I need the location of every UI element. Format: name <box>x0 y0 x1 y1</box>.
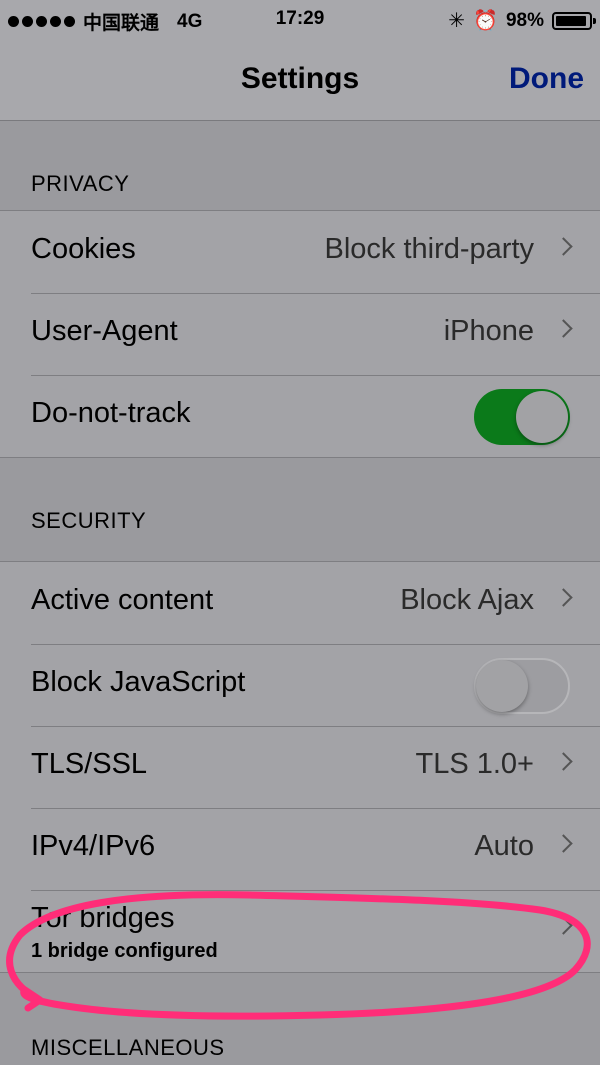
cookies-label: Cookies <box>31 233 136 265</box>
status-right: ✳ ⏰ 98% <box>448 8 596 33</box>
tls-ssl-value: TLS 1.0+ <box>415 748 535 780</box>
tor-bridges-label: Tor bridges <box>31 902 175 934</box>
user-agent-label: User-Agent <box>31 315 178 347</box>
tls-ssl-label: TLS/SSL <box>31 748 148 780</box>
chevron-right-icon <box>554 588 573 607</box>
cookies-value: Block third-party <box>324 233 534 265</box>
block-javascript-toggle[interactable] <box>474 658 570 714</box>
security-section-header: SECURITY <box>0 458 600 548</box>
block-javascript-row: Block JavaScript <box>0 644 600 726</box>
privacy-group: Cookies Block third-party User-Agent iPh… <box>0 210 600 458</box>
tls-ssl-row[interactable]: TLS/SSL TLS 1.0+ <box>0 726 600 808</box>
ipv4-ipv6-value: Auto <box>474 830 534 862</box>
do-not-track-label: Do-not-track <box>31 397 191 429</box>
battery-icon <box>552 11 596 30</box>
alarm-clock-icon: ⏰ <box>473 10 498 32</box>
privacy-section-header: PRIVACY <box>0 121 600 211</box>
active-content-row[interactable]: Active content Block Ajax <box>0 562 600 644</box>
user-agent-row[interactable]: User-Agent iPhone <box>0 293 600 375</box>
chevron-right-icon <box>554 319 573 338</box>
security-header-label: SECURITY <box>31 508 147 533</box>
do-not-track-toggle[interactable] <box>474 389 570 445</box>
tor-bridges-detail: 1 bridge configured <box>31 940 218 962</box>
ipv4-ipv6-row[interactable]: IPv4/IPv6 Auto <box>0 808 600 890</box>
chevron-right-icon <box>554 834 573 853</box>
misc-header-label: MISCELLANEOUS <box>31 1035 225 1060</box>
misc-section-header: MISCELLANEOUS <box>0 973 600 1065</box>
activity-spinner-icon: ✳ <box>448 10 466 32</box>
tor-bridges-row[interactable]: Tor bridges 1 bridge configured <box>0 890 600 972</box>
status-bar: 中国联通 4G 17:29 ✳ ⏰ 98% <box>0 0 600 40</box>
chevron-right-icon <box>554 752 573 771</box>
active-content-label: Active content <box>31 584 214 616</box>
ipv4-ipv6-label: IPv4/IPv6 <box>31 830 156 862</box>
user-agent-value: iPhone <box>443 315 534 347</box>
security-group: Active content Block Ajax Block JavaScri… <box>0 561 600 973</box>
do-not-track-row: Do-not-track <box>0 375 600 457</box>
block-javascript-label: Block JavaScript <box>31 666 246 698</box>
navigation-bar: Settings Done <box>0 40 600 121</box>
cookies-row[interactable]: Cookies Block third-party <box>0 211 600 293</box>
privacy-header-label: PRIVACY <box>31 171 130 196</box>
active-content-value: Block Ajax <box>400 584 534 616</box>
done-button[interactable]: Done <box>509 62 584 96</box>
chevron-right-icon <box>554 916 573 935</box>
chevron-right-icon <box>554 237 573 256</box>
battery-percent: 98% <box>505 9 544 31</box>
